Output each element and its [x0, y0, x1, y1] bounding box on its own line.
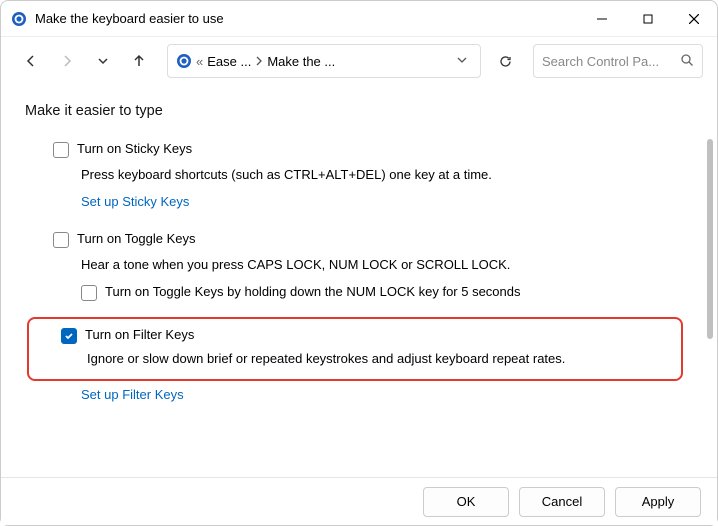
toggle-keys-label: Turn on Toggle Keys [77, 231, 196, 246]
back-button[interactable] [15, 45, 47, 77]
filter-keys-desc: Ignore or slow down brief or repeated ke… [87, 350, 673, 368]
toggle-keys-desc: Hear a tone when you press CAPS LOCK, NU… [81, 256, 693, 274]
toggle-keys-checkbox[interactable] [53, 232, 69, 248]
close-button[interactable] [671, 1, 717, 37]
window-title: Make the keyboard easier to use [35, 11, 224, 26]
sticky-keys-checkbox[interactable] [53, 142, 69, 158]
toggle-keys-numlock-option[interactable]: Turn on Toggle Keys by holding down the … [81, 284, 693, 301]
toggle-keys-numlock-label: Turn on Toggle Keys by holding down the … [105, 284, 521, 299]
filter-keys-highlight: Turn on Filter Keys Ignore or slow down … [27, 317, 683, 380]
sticky-keys-label: Turn on Sticky Keys [77, 141, 192, 156]
forward-button[interactable] [51, 45, 83, 77]
breadcrumb[interactable]: « Ease ... Make the ... [167, 44, 481, 78]
breadcrumb-seg-1[interactable]: Ease ... [205, 54, 253, 69]
breadcrumb-seg-2[interactable]: Make the ... [265, 54, 337, 69]
filter-keys-option[interactable]: Turn on Filter Keys [61, 327, 673, 344]
breadcrumb-root-icon[interactable] [174, 53, 194, 69]
apply-button[interactable]: Apply [615, 487, 701, 517]
minimize-button[interactable] [579, 1, 625, 37]
breadcrumb-dropdown-icon[interactable] [456, 54, 468, 69]
titlebar: Make the keyboard easier to use [1, 1, 717, 37]
up-button[interactable] [123, 45, 155, 77]
sticky-keys-option[interactable]: Turn on Sticky Keys [53, 141, 693, 158]
maximize-button[interactable] [625, 1, 671, 37]
content-area: Make it easier to type Turn on Sticky Ke… [1, 85, 717, 477]
sticky-keys-link[interactable]: Set up Sticky Keys [81, 194, 693, 209]
filter-keys-link[interactable]: Set up Filter Keys [81, 387, 693, 402]
breadcrumb-chevrons-icon[interactable]: « [194, 54, 205, 69]
scrollbar[interactable] [705, 99, 713, 463]
search-icon [680, 53, 694, 70]
recent-locations-button[interactable] [87, 45, 119, 77]
ok-button[interactable]: OK [423, 487, 509, 517]
breadcrumb-sep-icon[interactable] [253, 56, 265, 66]
window-controls [579, 1, 717, 37]
app-icon [11, 11, 27, 27]
cancel-button[interactable]: Cancel [519, 487, 605, 517]
toggle-keys-numlock-checkbox[interactable] [81, 285, 97, 301]
search-box[interactable] [533, 44, 703, 78]
toolbar: « Ease ... Make the ... [1, 37, 717, 85]
search-input[interactable] [542, 54, 674, 69]
scrollbar-thumb[interactable] [707, 139, 713, 339]
footer: OK Cancel Apply [1, 477, 717, 525]
toggle-keys-option[interactable]: Turn on Toggle Keys [53, 231, 693, 248]
sticky-keys-desc: Press keyboard shortcuts (such as CTRL+A… [81, 166, 693, 184]
refresh-button[interactable] [489, 45, 521, 77]
filter-keys-checkbox[interactable] [61, 328, 77, 344]
page-heading: Make it easier to type [25, 103, 693, 119]
filter-keys-label: Turn on Filter Keys [85, 327, 194, 342]
